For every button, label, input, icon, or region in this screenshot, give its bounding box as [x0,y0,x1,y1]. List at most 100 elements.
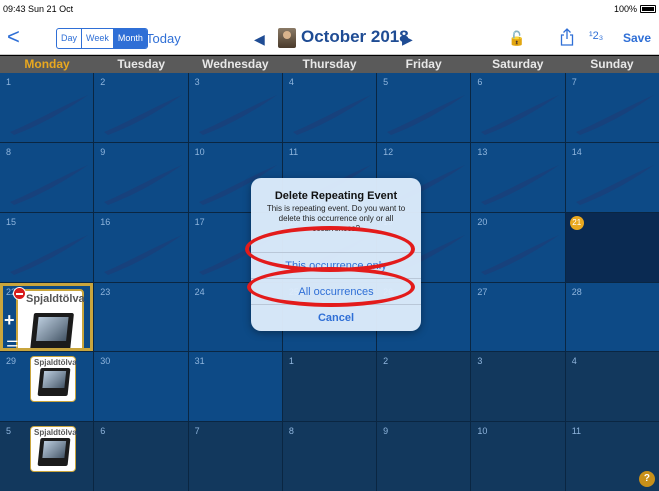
tablet-image [37,368,71,397]
all-occurrences-button[interactable]: All occurrences [251,278,421,304]
tablet-image [30,312,74,351]
day-number: 3 [477,356,483,367]
day-cell[interactable]: 10 [471,422,565,491]
decorative-stroke [10,164,88,205]
tablet-image [37,438,71,467]
day-cell[interactable]: 23 [94,282,188,352]
day-number: 2 [100,77,106,87]
this-occurrence-button[interactable]: This occurrence only [251,252,421,278]
help-icon[interactable]: ? [638,471,655,487]
decorative-stroke [481,94,560,135]
day-number: 9 [383,426,389,437]
dialog-message: This is repeating event. Do you want to … [266,204,406,233]
day-cell[interactable]: 27 [471,282,565,352]
status-time: 09:43 Sun 21 Oct [3,4,74,14]
day-cell[interactable]: 29 Spjaldtölva [0,352,94,422]
day-cell[interactable]: 1 [282,352,377,422]
battery-percent: 100% [613,4,637,14]
weekday-label: Friday [405,57,442,71]
day-cell[interactable]: 3 [188,73,282,142]
day-cell[interactable]: 4 [565,352,659,422]
day-cell[interactable]: 31 [188,352,282,422]
event-card[interactable]: Spjaldtölva [30,426,77,473]
day-cell[interactable]: 7 [188,422,282,491]
weekday-label: Saturday [492,57,544,71]
decorative-stroke [292,94,371,135]
event-label: Spjaldtölva [34,358,77,368]
day-number: 1 [6,77,12,87]
day-number: 23 [100,286,111,297]
decorative-stroke [481,234,560,275]
weekday-header: Monday Tuesday Wednesday Thursday Friday… [0,56,659,73]
day-cell[interactable]: 15 [0,212,94,282]
day-cell[interactable]: 1 [0,73,94,142]
decorative-stroke [481,164,560,205]
day-number: 30 [100,356,111,367]
day-number: 16 [100,216,111,227]
day-cell[interactable]: 8 [282,422,377,491]
day-cell[interactable]: 2 [94,73,188,142]
day-cell[interactable]: 16 [94,212,188,282]
day-cell[interactable]: 4 [282,73,377,142]
day-number: 28 [571,286,582,297]
view-month-button[interactable]: Month [112,29,147,48]
view-week-button[interactable]: Week [81,29,113,48]
today-button[interactable]: Today [146,31,181,46]
back-button[interactable]: < [7,26,20,48]
day-number: 8 [288,426,294,437]
day-cell[interactable]: 6 [94,422,188,491]
avatar[interactable] [278,28,296,48]
day-number: 10 [477,426,488,437]
day-cell[interactable]: 22 Spjaldtölva + ☰ [0,282,94,352]
day-cell[interactable]: 9 [377,422,471,491]
day-cell[interactable]: 2 [377,352,471,422]
day-cell[interactable]: 21 [565,212,659,282]
toolbar: < Day Week Month Today ◀ October 2018 ▶ … [0,22,659,55]
share-icon[interactable] [560,28,574,46]
day-cell[interactable]: 28 [565,282,659,352]
day-number: 17 [194,216,205,227]
day-cell[interactable]: 3 [471,352,565,422]
lock-icon[interactable]: 🔓 [508,30,525,47]
day-cell[interactable]: 14 [565,142,659,212]
cancel-button[interactable]: Cancel [251,304,421,330]
list-icon[interactable]: ☰ [6,338,19,352]
day-cell[interactable]: 30 [94,352,188,422]
event-card[interactable]: Spjaldtölva [16,288,85,352]
day-cell[interactable]: 5 [377,73,471,142]
decorative-stroke [575,164,654,205]
next-month-button[interactable]: ▶ [402,31,413,48]
weekday-label: Tuesday [117,57,166,71]
day-cell[interactable]: 8 [0,142,94,212]
remove-event-icon[interactable] [13,286,26,300]
day-number: 4 [288,77,294,87]
day-number: 20 [477,216,488,227]
previous-month-button[interactable]: ◀ [254,31,265,48]
day-number: 7 [194,426,200,437]
day-number: 11 [288,146,299,157]
day-number: 31 [194,356,205,367]
number-icon[interactable]: ¹2₃ [589,30,603,42]
day-number: 21 [569,215,584,230]
day-cell[interactable]: 7 [565,73,659,142]
day-number: 12 [383,146,394,157]
add-icon[interactable]: + [4,310,15,331]
day-number: 13 [477,146,488,157]
view-day-button[interactable]: Day [57,29,81,48]
decorative-stroke [104,164,183,205]
day-cell[interactable]: 5 Spjaldtölva [0,422,94,491]
day-cell[interactable]: 13 [471,142,565,212]
event-label: Spjaldtölva [34,428,77,438]
day-cell[interactable]: 20 [471,212,565,282]
day-number: 15 [6,216,17,227]
day-number: 1 [288,356,294,367]
day-cell[interactable]: 9 [94,142,188,212]
day-number: 7 [571,77,577,87]
day-number: 27 [477,286,488,297]
month-title: October 2018 [301,27,409,46]
day-cell[interactable]: 6 [471,73,565,142]
save-button[interactable]: Save [623,31,651,45]
event-card[interactable]: Spjaldtölva [30,356,77,403]
day-cell[interactable]: 11? [565,422,659,491]
day-number: 14 [571,146,582,157]
